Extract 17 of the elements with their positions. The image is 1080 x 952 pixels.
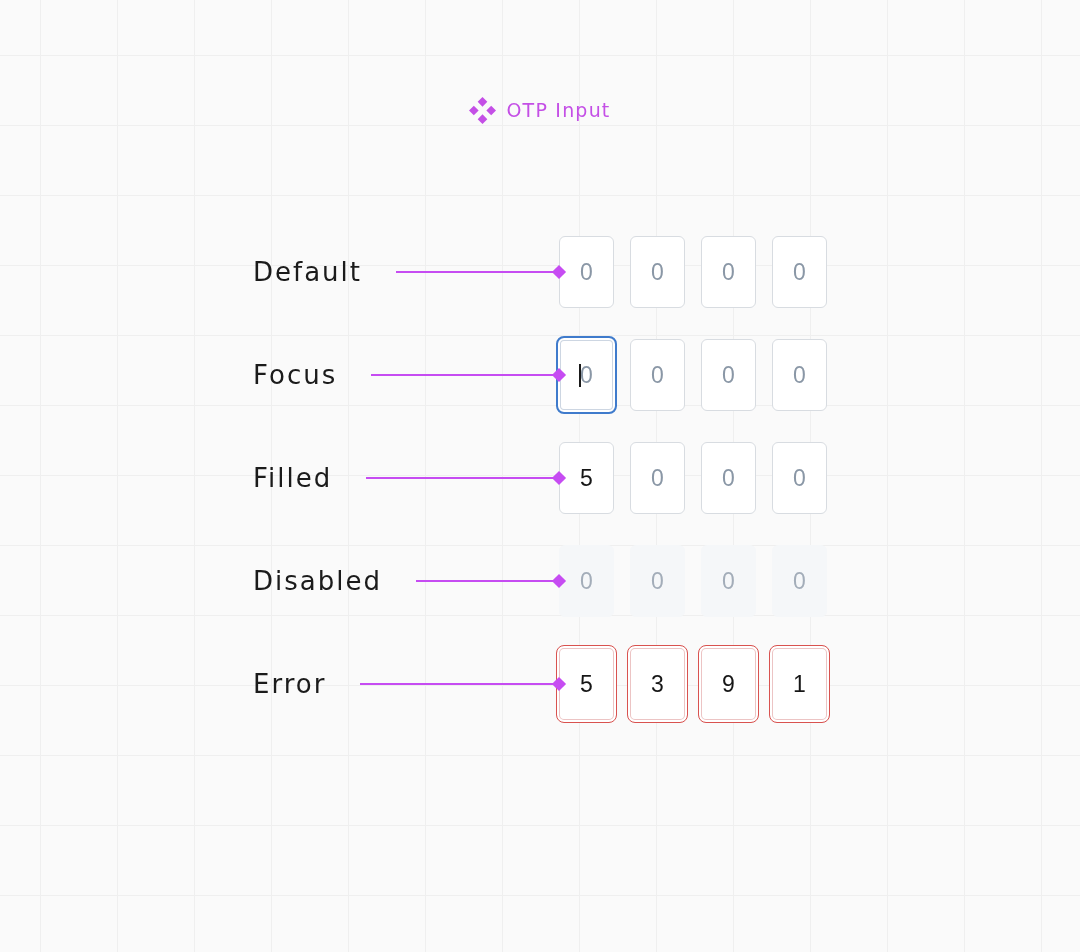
four-diamonds-icon (469, 96, 497, 124)
otp-digit-field[interactable]: 1 (769, 645, 830, 723)
otp-digit-field[interactable]: 9 (698, 645, 759, 723)
state-label: Error (253, 668, 327, 700)
otp-digit-field: 0 (701, 545, 756, 617)
otp-digit-field: 0 (559, 545, 614, 617)
otp-digit-field[interactable]: 5 (556, 645, 617, 723)
page-title: OTP Input (506, 98, 611, 123)
otp-digit-field[interactable]: 3 (627, 645, 688, 723)
state-label: Filled (253, 462, 333, 494)
state-label: Focus (253, 359, 338, 391)
otp-digit-field: 0 (772, 545, 827, 617)
otp-digit-field: 0 (630, 545, 685, 617)
otp-digit-field[interactable]: 0 (556, 336, 617, 414)
otp-digit-field[interactable]: 5 (559, 442, 614, 514)
state-label: Default (253, 256, 362, 288)
state-label: Disabled (253, 565, 382, 597)
